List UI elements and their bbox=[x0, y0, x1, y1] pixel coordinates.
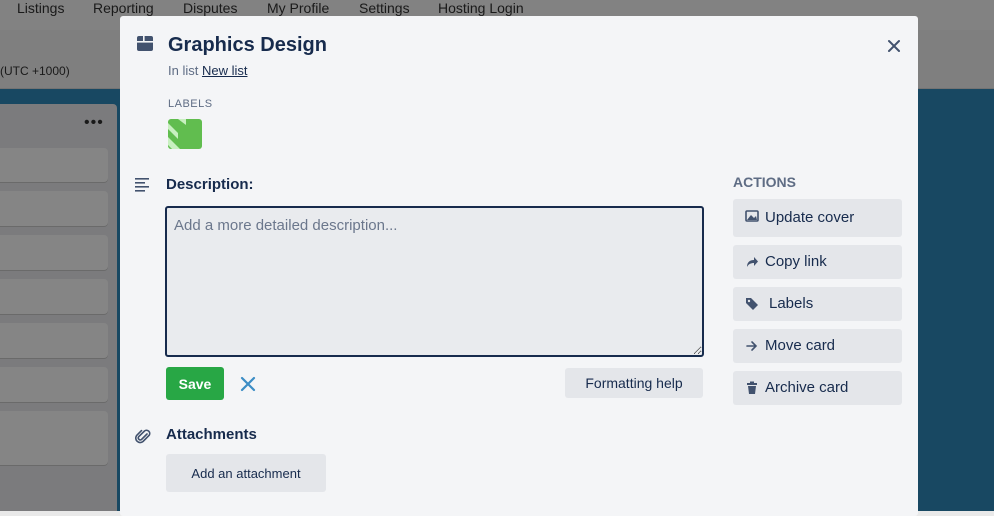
label-stripes-icon bbox=[168, 119, 186, 149]
copy-link-button[interactable]: Copy link bbox=[733, 245, 902, 279]
description-heading: Description: bbox=[166, 176, 254, 193]
formatting-help-button[interactable]: Formatting help bbox=[565, 368, 703, 398]
trash-icon bbox=[747, 381, 757, 394]
attachments-heading: Attachments bbox=[166, 426, 257, 443]
move-card-label: Move card bbox=[765, 337, 836, 354]
labels-heading: Labels bbox=[168, 98, 213, 110]
archive-card-label: Archive card bbox=[765, 379, 849, 396]
update-cover-button[interactable]: Update cover bbox=[733, 199, 902, 237]
archive-card-button[interactable]: Archive card bbox=[733, 371, 902, 405]
copy-link-label: Copy link bbox=[765, 253, 827, 270]
label-chip[interactable] bbox=[168, 119, 202, 149]
card-detail-modal: Graphics Design In list New list Labels … bbox=[120, 16, 918, 516]
card-title[interactable]: Graphics Design bbox=[168, 34, 327, 57]
arrow-right-icon bbox=[746, 341, 758, 351]
image-icon bbox=[745, 210, 759, 222]
description-input[interactable] bbox=[165, 206, 704, 357]
in-list-prefix: In list bbox=[168, 63, 199, 78]
cancel-x-icon[interactable] bbox=[239, 375, 257, 393]
labels-label: Labels bbox=[769, 295, 814, 312]
list-name-link[interactable]: New list bbox=[202, 63, 248, 78]
update-cover-label: Update cover bbox=[765, 209, 855, 226]
add-attachment-button[interactable]: Add an attachment bbox=[166, 454, 326, 492]
card-icon bbox=[137, 36, 153, 51]
paperclip-icon bbox=[135, 429, 151, 444]
labels-button[interactable]: Labels bbox=[733, 287, 902, 321]
description-icon bbox=[135, 178, 149, 192]
move-card-button[interactable]: Move card bbox=[733, 329, 902, 363]
in-list-text: In list New list bbox=[168, 63, 247, 78]
close-icon[interactable] bbox=[884, 36, 904, 56]
save-button[interactable]: Save bbox=[166, 367, 224, 400]
actions-heading: ACTIONS bbox=[733, 174, 796, 190]
tag-icon bbox=[746, 298, 758, 310]
share-arrow-icon bbox=[747, 257, 758, 267]
